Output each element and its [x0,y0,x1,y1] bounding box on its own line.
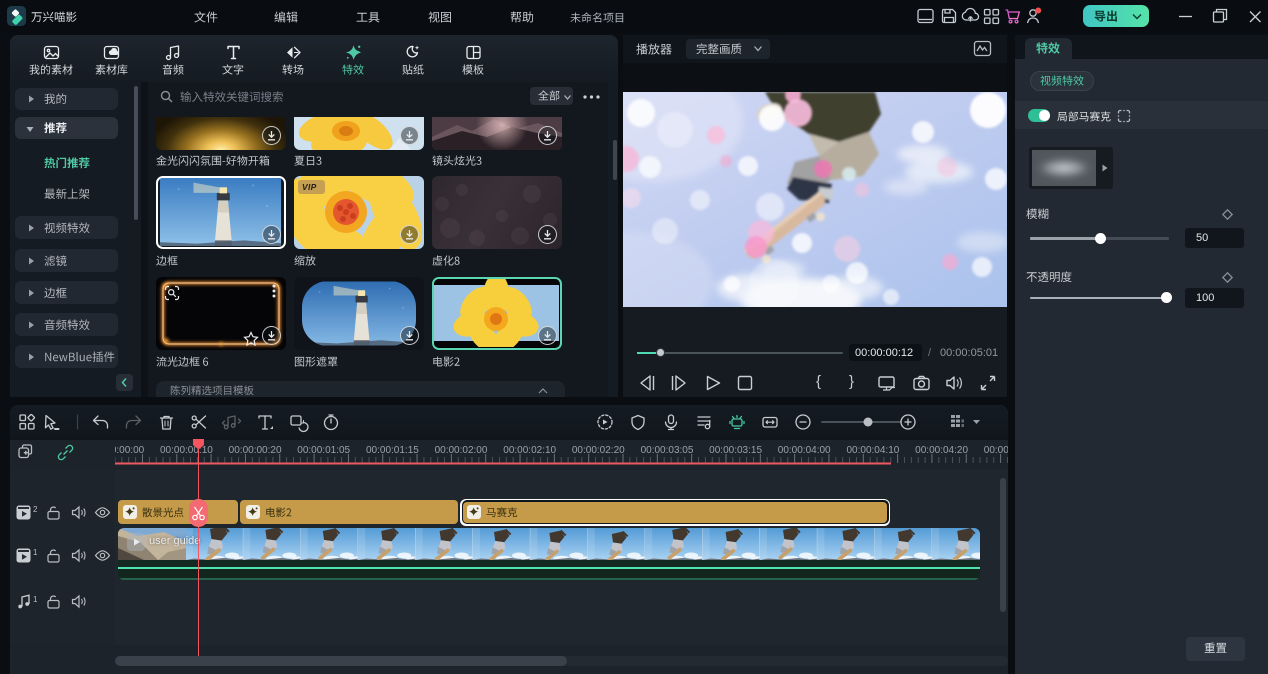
svg-text:00:00:02:20: 00:00:02:20 [572,445,625,456]
svg-text:00:00:03:15: 00:00:03:15 [709,445,762,456]
svg-text:00:00:00:00: 00:00:00:00 [91,445,144,456]
svg-text:00:00:00:10: 00:00:00:10 [160,445,213,456]
svg-text:1: 1 [33,548,38,557]
svg-text:00:00:05:05: 00:00:05:05 [984,445,1037,456]
svg-text:00:00:01:15: 00:00:01:15 [366,445,419,456]
svg-text:00:00:00:20: 00:00:00:20 [229,445,282,456]
svg-text:00:00:04:20: 00:00:04:20 [915,445,968,456]
svg-text:00:00:01:05: 00:00:01:05 [297,445,350,456]
svg-text:00:00:04:00: 00:00:04:00 [778,445,831,456]
svg-text:1: 1 [33,595,38,604]
svg-text:00:00:02:10: 00:00:02:10 [503,445,556,456]
svg-text:00:00:02:00: 00:00:02:00 [435,445,488,456]
svg-text:00:00:04:10: 00:00:04:10 [846,445,899,456]
svg-text:2: 2 [33,505,38,514]
svg-text:00:00:03:05: 00:00:03:05 [641,445,694,456]
